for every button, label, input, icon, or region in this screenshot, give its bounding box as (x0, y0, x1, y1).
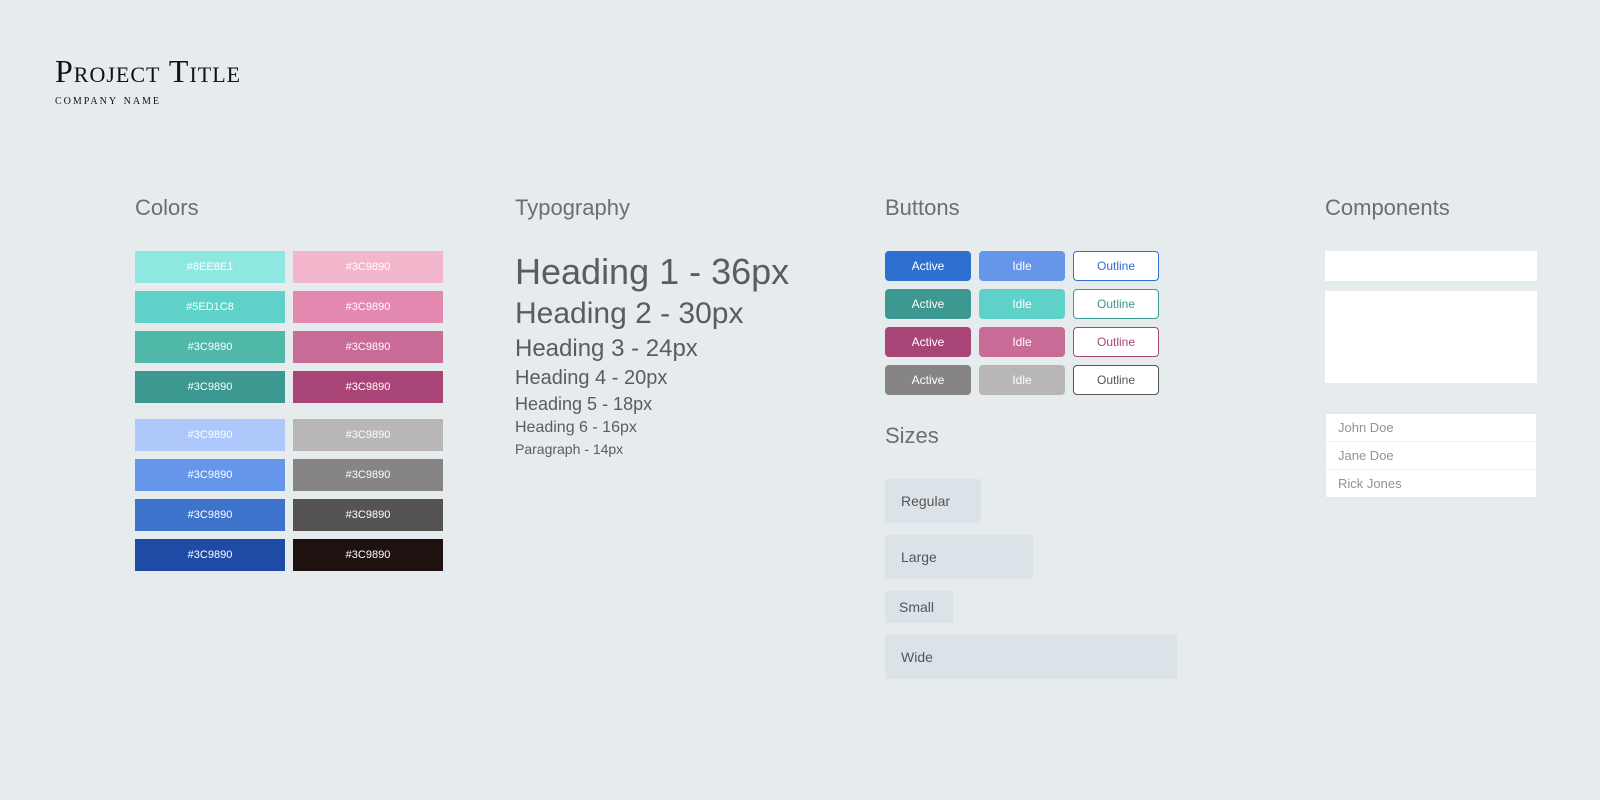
heading-6-sample: Heading 6 - 16px (515, 419, 815, 437)
idle-button[interactable]: Idle (979, 327, 1065, 357)
size-regular: Regular (885, 479, 981, 523)
color-swatch: #3C9890 (293, 419, 443, 451)
colors-heading: Colors (135, 195, 445, 221)
sizes-heading: Sizes (885, 423, 1185, 449)
active-button[interactable]: Active (885, 289, 971, 319)
heading-5-sample: Heading 5 - 18px (515, 394, 815, 415)
color-swatch: #3C9890 (135, 331, 285, 363)
idle-button[interactable]: Idle (979, 289, 1065, 319)
color-swatch: #5ED1C8 (135, 291, 285, 323)
color-swatch: #3C9890 (293, 499, 443, 531)
color-swatch: #3C9890 (293, 539, 443, 571)
size-large: Large (885, 535, 1033, 579)
list-item[interactable]: Rick Jones (1326, 470, 1536, 497)
paragraph-sample: Paragraph - 14px (515, 441, 815, 457)
outline-button[interactable]: Outline (1073, 289, 1159, 319)
outline-button[interactable]: Outline (1073, 365, 1159, 395)
size-wide: Wide (885, 635, 1177, 679)
outline-button[interactable]: Outline (1073, 251, 1159, 281)
text-input[interactable] (1325, 251, 1537, 281)
heading-4-sample: Heading 4 - 20px (515, 367, 815, 390)
list: John Doe Jane Doe Rick Jones (1325, 413, 1537, 498)
size-small: Small (885, 591, 953, 623)
active-button[interactable]: Active (885, 327, 971, 357)
active-button[interactable]: Active (885, 251, 971, 281)
color-swatch: #3C9890 (135, 459, 285, 491)
heading-1-sample: Heading 1 - 36px (515, 251, 815, 293)
list-item[interactable]: John Doe (1326, 414, 1536, 442)
buttons-section: Buttons Active Idle Outline Active Idle … (885, 195, 1185, 691)
typography-heading: Typography (515, 195, 815, 221)
company-name: company name (55, 93, 1545, 109)
outline-button[interactable]: Outline (1073, 327, 1159, 357)
typography-section: Typography Heading 1 - 36px Heading 2 - … (515, 195, 815, 461)
color-swatch: #3C9890 (293, 331, 443, 363)
project-title: Project Title (55, 55, 1545, 87)
idle-button[interactable]: Idle (979, 251, 1065, 281)
components-section: Components John Doe Jane Doe Rick Jones (1325, 195, 1545, 498)
components-heading: Components (1325, 195, 1545, 221)
list-item[interactable]: Jane Doe (1326, 442, 1536, 470)
color-swatch: #8EE8E1 (135, 251, 285, 283)
color-swatch: #3C9890 (293, 459, 443, 491)
textarea[interactable] (1325, 291, 1537, 383)
colors-section: Colors #8EE8E1 #5ED1C8 #3C9890 #3C9890 #… (135, 195, 445, 587)
color-swatch: #3C9890 (135, 371, 285, 403)
color-swatch: #3C9890 (293, 371, 443, 403)
color-swatch: #3C9890 (135, 499, 285, 531)
heading-3-sample: Heading 3 - 24px (515, 335, 815, 363)
color-swatch: #3C9890 (135, 539, 285, 571)
color-swatch: #3C9890 (135, 419, 285, 451)
color-swatch: #3C9890 (293, 251, 443, 283)
buttons-heading: Buttons (885, 195, 1185, 221)
heading-2-sample: Heading 2 - 30px (515, 297, 815, 331)
active-button[interactable]: Active (885, 365, 971, 395)
idle-button[interactable]: Idle (979, 365, 1065, 395)
color-swatch: #3C9890 (293, 291, 443, 323)
